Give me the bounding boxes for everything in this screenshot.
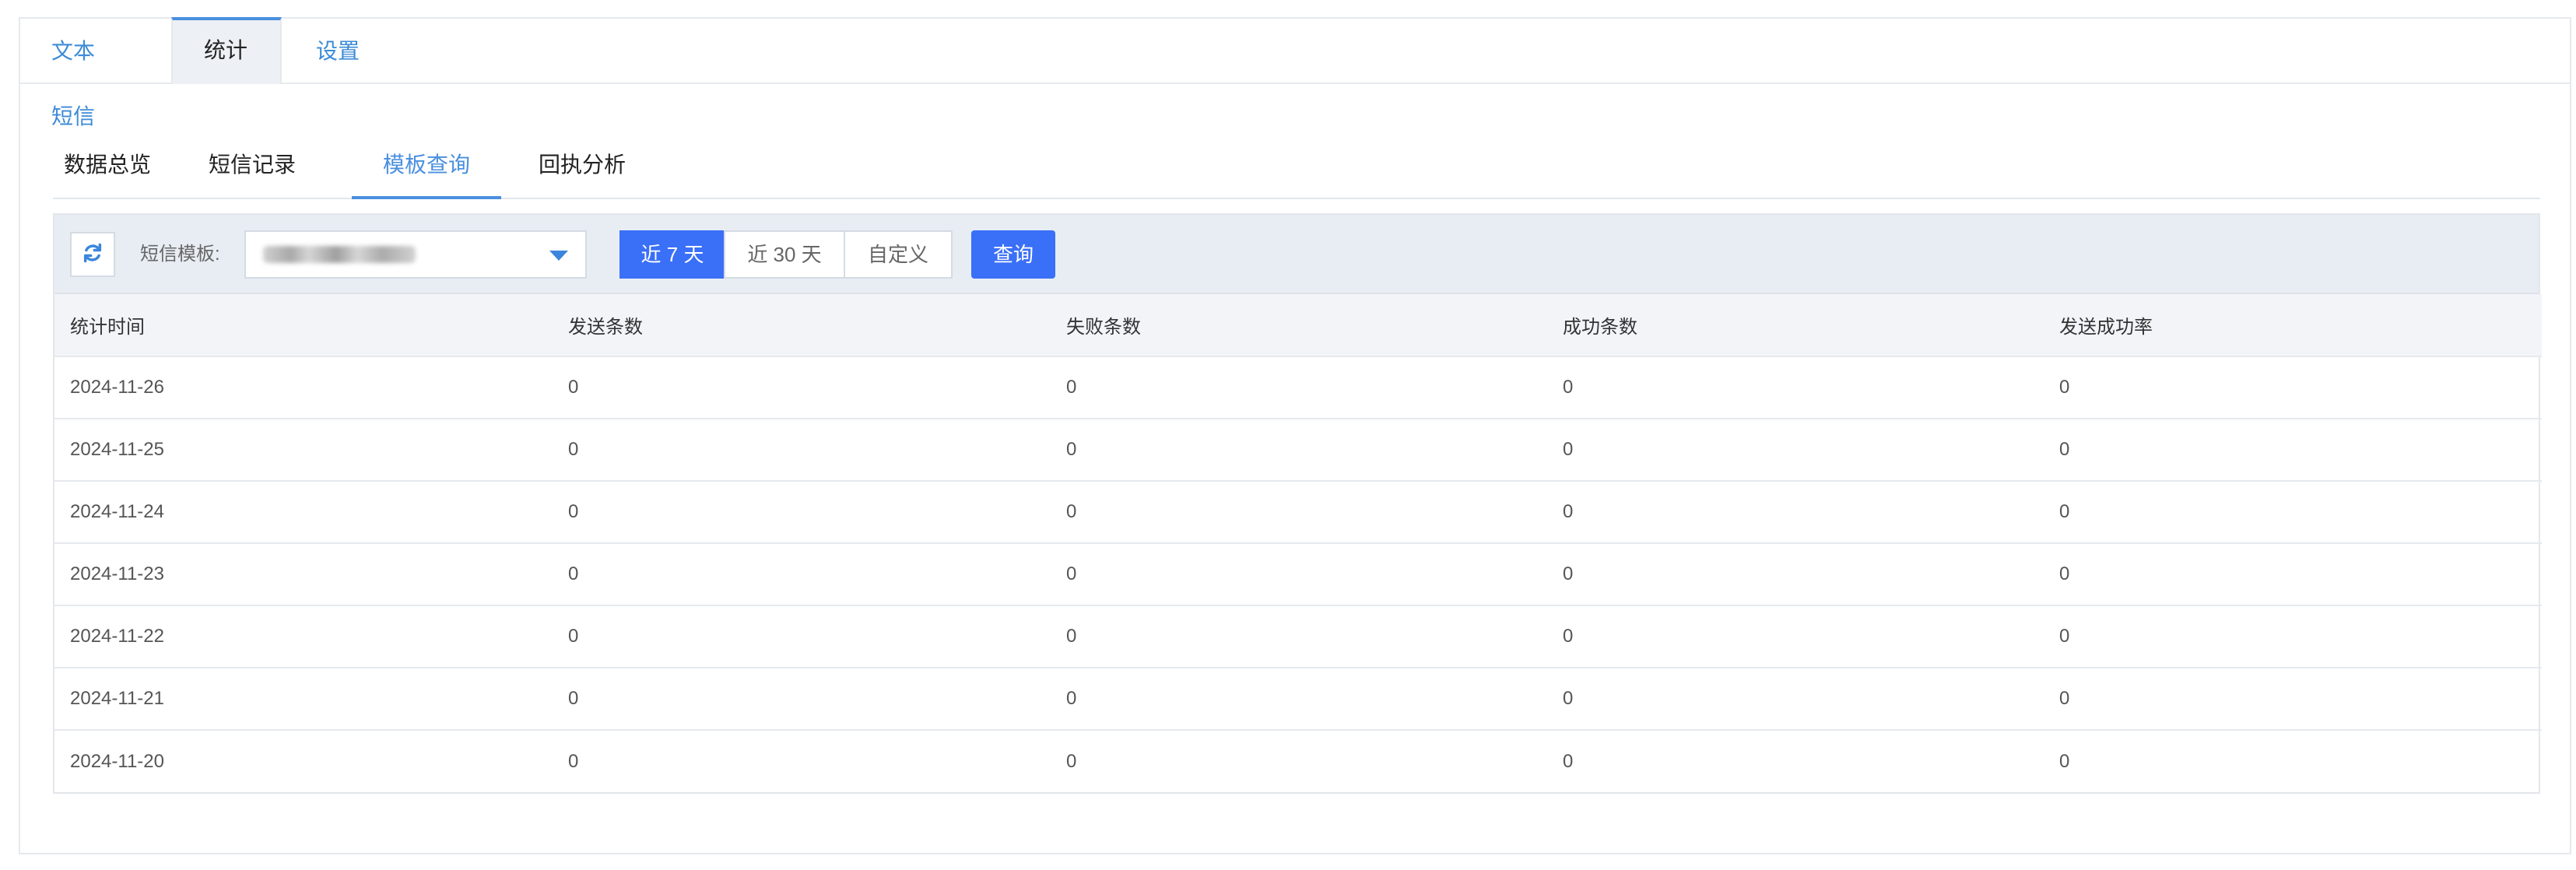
cell-sent: 0: [553, 419, 1051, 482]
cell-success: 0: [1547, 481, 2044, 544]
range-7-days-button[interactable]: 近 7 天: [619, 230, 725, 279]
subtab-data-overview[interactable]: 数据总览: [53, 132, 162, 199]
cell-success: 0: [1547, 605, 2044, 668]
col-sent-count: 发送条数: [553, 294, 1051, 357]
tab-text-sms[interactable]: 文本短信: [20, 19, 142, 128]
cell-failed: 0: [1051, 668, 1547, 731]
cell-failed: 0: [1051, 356, 1547, 419]
cell-success: 0: [1563, 750, 1574, 772]
cell-success: 0: [1547, 543, 2044, 606]
col-failed-count: 失败条数: [1051, 294, 1547, 357]
table-row: 2024-11-23 0 0 0 0: [54, 543, 2542, 606]
cell-rate: 0: [2044, 356, 2542, 419]
table-row: 2024-11-20 0 0 0 0: [54, 730, 2542, 792]
filter-toolbar: 短信模板: 近 7 天 近 30 天 自定义 查询: [54, 215, 2539, 294]
template-select[interactable]: [244, 230, 587, 279]
cell-rate: 0: [2044, 419, 2542, 482]
cell-rate: 0: [2044, 481, 2542, 544]
cell-rate: 0: [2044, 605, 2542, 668]
subtab-receipt-analysis[interactable]: 回执分析: [528, 132, 637, 199]
stats-table: 统计时间 发送条数 失败条数 成功条数 发送成功率 2024-11-26 0 0…: [54, 294, 2542, 792]
cell-sent: 0: [568, 750, 579, 772]
cell-failed: 0: [1051, 419, 1547, 482]
sms-console-frame: 文本短信 统计 设置 数据总览 短信记录 模板查询 回执分析 短信模板: 近 7…: [19, 17, 2571, 854]
cell-date: 2024-11-25: [54, 419, 553, 482]
cell-failed: 0: [1066, 750, 1077, 772]
table-header-row: 统计时间 发送条数 失败条数 成功条数 发送成功率: [54, 294, 2542, 357]
tab-settings[interactable]: 设置: [285, 19, 394, 84]
table-row: 2024-11-25 0 0 0 0: [54, 419, 2542, 482]
cell-date: 2024-11-23: [54, 543, 553, 606]
cell-success: 0: [1547, 419, 2044, 482]
cell-failed: 0: [1051, 481, 1547, 544]
template-query-panel: 短信模板: 近 7 天 近 30 天 自定义 查询 统计时间 发送条数 失败条数…: [53, 213, 2542, 794]
cell-sent: 0: [553, 605, 1051, 668]
cell-rate: 0: [2059, 750, 2070, 772]
cell-date: 2024-11-24: [54, 481, 553, 544]
col-success-rate: 发送成功率: [2044, 294, 2542, 357]
query-button[interactable]: 查询: [971, 230, 1055, 279]
cell-date: 2024-11-22: [54, 605, 553, 668]
template-label: 短信模板:: [140, 244, 220, 265]
tab-statistics[interactable]: 统计: [171, 17, 282, 84]
table-row: 2024-11-24 0 0 0 0: [54, 481, 2542, 544]
refresh-icon: [82, 242, 104, 268]
cell-success: 0: [1547, 668, 2044, 731]
sub-tab-bar: 数据总览 短信记录 模板查询 回执分析: [53, 132, 2540, 199]
table-row: 2024-11-22 0 0 0 0: [54, 605, 2542, 668]
chevron-down-icon: [549, 251, 568, 261]
cell-date: 2024-11-26: [54, 356, 553, 419]
cell-date: 2024-11-20: [70, 750, 164, 772]
cell-sent: 0: [553, 543, 1051, 606]
table-row: 2024-11-26 0 0 0 0: [54, 356, 2542, 419]
cell-failed: 0: [1051, 543, 1547, 606]
cell-success: 0: [1547, 356, 2044, 419]
top-tab-bar: 文本短信 统计 设置: [20, 17, 2570, 128]
cell-sent: 0: [553, 668, 1051, 731]
refresh-button[interactable]: [70, 232, 115, 277]
range-custom-button[interactable]: 自定义: [844, 230, 953, 279]
cell-rate: 0: [2044, 668, 2542, 731]
cell-date: 2024-11-21: [54, 668, 553, 731]
cell-rate: 0: [2044, 543, 2542, 606]
cell-sent: 0: [553, 356, 1051, 419]
cell-failed: 0: [1051, 605, 1547, 668]
table-row: 2024-11-21 0 0 0 0: [54, 668, 2542, 731]
blurred-template-name: [263, 246, 416, 263]
subtab-template-query[interactable]: 模板查询: [352, 132, 501, 199]
range-30-days-button[interactable]: 近 30 天: [724, 230, 845, 279]
subtab-sms-records[interactable]: 短信记录: [198, 132, 307, 199]
col-success-count: 成功条数: [1547, 294, 2044, 357]
cell-sent: 0: [553, 481, 1051, 544]
col-stat-time: 统计时间: [54, 294, 553, 357]
